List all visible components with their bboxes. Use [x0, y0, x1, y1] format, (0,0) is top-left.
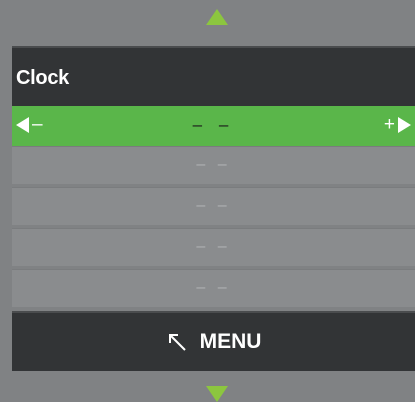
list-item-value: – –	[196, 197, 231, 214]
list-item-value: – –	[196, 238, 231, 255]
list-item[interactable]: – –	[12, 228, 415, 266]
list-item[interactable]: – –	[12, 187, 415, 225]
title-bar: Clock	[12, 46, 415, 106]
menu-label: MENU	[199, 330, 262, 353]
plus-label: +	[383, 114, 395, 135]
scroll-up-icon[interactable]	[206, 9, 228, 25]
increase-button[interactable]: +	[384, 114, 411, 136]
page-title: Clock	[16, 67, 69, 89]
list-item[interactable]: – –	[12, 269, 415, 307]
list-item-value: – –	[196, 279, 231, 296]
clock-setting-row-selected[interactable]: – – – +	[12, 106, 415, 146]
list-item[interactable]: – –	[12, 146, 415, 184]
screen: Clock – – – + – – – – – – – – MENU	[0, 0, 415, 402]
list-item-value: – –	[196, 156, 231, 173]
triangle-right-icon	[398, 117, 411, 133]
arrow-up-left-icon	[168, 334, 186, 351]
menu-button[interactable]: MENU	[12, 311, 415, 371]
selected-value: – –	[192, 115, 235, 134]
